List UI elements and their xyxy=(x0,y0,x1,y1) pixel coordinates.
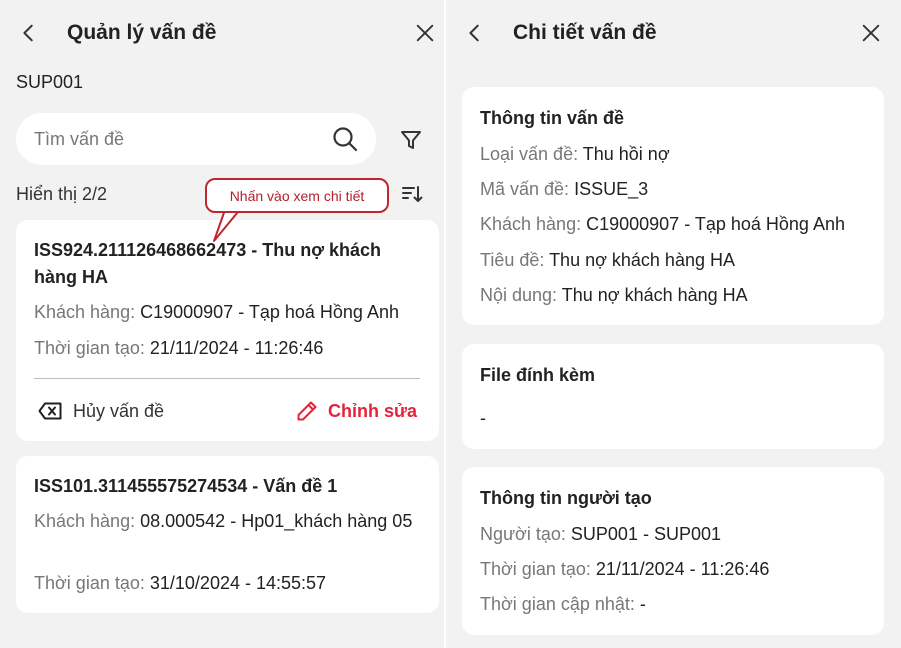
field-value: C19000907 - Tạp hoá Hồng Anh xyxy=(586,214,845,234)
issue-customer: Khách hàng: C19000907 - Tạp hoá Hồng Anh xyxy=(34,299,399,325)
field-label: Tiêu đề: xyxy=(480,250,545,270)
field-label: Mã vấn đề: xyxy=(480,179,570,199)
created-time-row: Thời gian tạo: 21/11/2024 - 11:26:46 xyxy=(480,556,769,582)
search-icon[interactable] xyxy=(332,126,358,152)
field-label: Loại vấn đề: xyxy=(480,144,579,164)
field-label: Thời gian tạo: xyxy=(480,559,591,579)
search-input[interactable] xyxy=(34,113,324,165)
field-label: Khách hàng: xyxy=(480,214,582,234)
cancel-issue-button[interactable]: Hủy vấn đề xyxy=(38,398,164,424)
sort-icon[interactable] xyxy=(400,182,424,206)
edit-issue-button[interactable]: Chỉnh sửa xyxy=(296,398,417,424)
edit-pencil-icon xyxy=(297,401,317,421)
issue-type-row: Loại vấn đề: Thu hồi nợ xyxy=(480,141,670,167)
created-value: 31/10/2024 - 14:55:57 xyxy=(149,573,327,593)
filter-icon[interactable] xyxy=(399,128,423,152)
detail-title: Chi tiết vấn đề xyxy=(513,21,657,44)
close-icon[interactable] xyxy=(414,22,436,44)
creator-row: Người tạo: SUP001 - SUP001 xyxy=(480,521,721,547)
customer-value: C19000907 - Tạp hoá Hồng Anh xyxy=(140,302,399,322)
search-box xyxy=(16,113,376,165)
issue-card[interactable]: ISS924.211126468662473 - Thu nợ khách hà… xyxy=(16,220,439,441)
created-value: 21/11/2024 - 11:26:46 xyxy=(149,338,324,358)
issue-card[interactable]: ISS101.311455575274534 - Vấn đề 1 Khách … xyxy=(16,456,439,613)
close-icon[interactable] xyxy=(860,22,882,44)
issue-created-time: Thời gian tạo: 21/11/2024 - 11:26:46 xyxy=(34,335,323,361)
attachment-section: File đính kèm - xyxy=(462,344,884,449)
section-title: Thông tin vấn đề xyxy=(480,108,624,128)
customer-label: Khách hàng: xyxy=(34,511,136,531)
issue-code-row: Mã vấn đề: ISSUE_3 xyxy=(480,176,648,202)
field-label: Nội dung: xyxy=(480,285,558,305)
issue-title: ISS101.311455575274534 - Vấn đề 1 xyxy=(34,476,338,496)
issue-list-panel: Quản lý vấn đề SUP001 Hiển thị 2/2 ISS92… xyxy=(0,0,444,648)
content-row: Nội dung: Thu nợ khách hàng HA xyxy=(480,282,748,308)
created-label: Thời gian tạo: xyxy=(34,573,145,593)
cancel-issue-label: Hủy vấn đề xyxy=(73,400,165,421)
customer-value: 08.000542 - Hp01_khách hàng 05 xyxy=(140,511,413,531)
field-value: Thu nợ khách hàng HA xyxy=(561,285,748,305)
store-code: SUP001 xyxy=(16,72,84,92)
attachment-value: - xyxy=(480,408,486,428)
subject-row: Tiêu đề: Thu nợ khách hàng HA xyxy=(480,247,735,273)
created-label: Thời gian tạo: xyxy=(34,338,145,358)
field-label: Người tạo: xyxy=(480,524,566,544)
issue-title: ISS924.211126468662473 - Thu nợ khách hà… xyxy=(34,240,382,287)
back-icon[interactable] xyxy=(464,22,486,44)
cancel-issue-icon xyxy=(38,402,62,420)
creator-info-section: Thông tin người tạo Người tạo: SUP001 - … xyxy=(462,467,884,635)
field-value: Thu nợ khách hàng HA xyxy=(549,250,735,270)
hint-callout-text: Nhấn vào xem chi tiết xyxy=(229,188,365,204)
field-value: ISSUE_3 xyxy=(574,179,649,199)
updated-time-row: Thời gian cập nhật: - xyxy=(480,591,646,617)
section-title: File đính kèm xyxy=(480,365,596,385)
edit-issue-label: Chỉnh sửa xyxy=(327,400,417,421)
field-label: Thời gian cập nhật: xyxy=(480,594,635,614)
field-value: Thu hồi nợ xyxy=(582,144,670,164)
customer-row: Khách hàng: C19000907 - Tạp hoá Hồng Anh xyxy=(480,211,845,237)
divider xyxy=(34,378,420,379)
field-value: - xyxy=(639,594,646,614)
back-icon[interactable] xyxy=(18,22,40,44)
hint-callout: Nhấn vào xem chi tiết xyxy=(205,178,389,213)
issue-created-time: Thời gian tạo: 31/10/2024 - 14:55:57 xyxy=(34,570,326,596)
page-title: Quản lý vấn đề xyxy=(67,21,217,44)
result-count: Hiển thị 2/2 xyxy=(16,184,108,204)
field-value: SUP001 - SUP001 xyxy=(570,524,721,544)
issue-customer: Khách hàng: 08.000542 - Hp01_khách hàng … xyxy=(34,508,419,534)
issue-info-section: Thông tin vấn đề Loại vấn đề: Thu hồi nợ… xyxy=(462,87,884,325)
field-value: 21/11/2024 - 11:26:46 xyxy=(595,559,770,579)
section-title: Thông tin người tạo xyxy=(480,488,652,508)
customer-label: Khách hàng: xyxy=(34,302,136,322)
